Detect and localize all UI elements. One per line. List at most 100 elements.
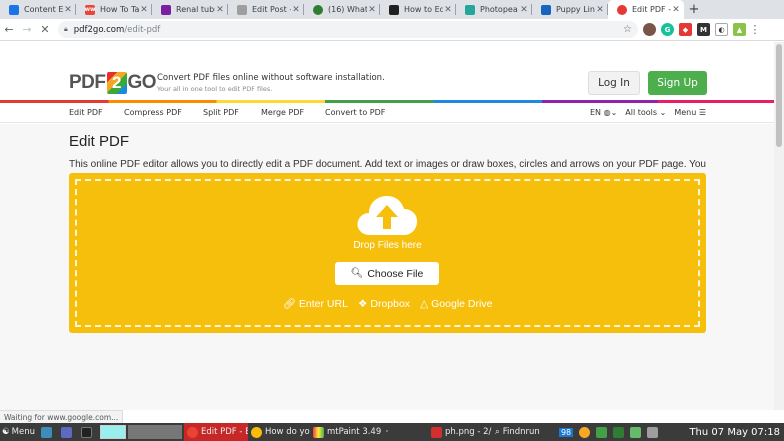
- browser-tab[interactable]: Renal tubu ✕: [152, 0, 228, 19]
- chrome-icon: [250, 426, 262, 438]
- colorpicker-extension-icon[interactable]: ◐: [715, 23, 728, 36]
- tool-nav: Edit PDF Compress PDF Split PDF Merge PD…: [0, 103, 774, 123]
- tab-favicon-icon: [9, 4, 19, 15]
- upload-sources: 🔗︎ Enter URL ❖ Dropbox △ Google Drive: [69, 297, 706, 311]
- tab-favicon-icon: [465, 4, 475, 15]
- nav-merge-pdf[interactable]: Merge PDF: [261, 108, 304, 117]
- browser-tab[interactable]: How to Ed ✕: [380, 0, 456, 19]
- android-extension-icon[interactable]: ▲: [733, 23, 746, 36]
- tab-favicon-icon: [541, 4, 551, 15]
- browser-menu-icon[interactable]: ⋮: [746, 21, 764, 39]
- address-bar[interactable]: 🔒︎ pdf2go.com/edit-pdf ☆: [58, 21, 638, 38]
- mtpaint-icon: [312, 426, 324, 438]
- link-icon: 🔗︎: [282, 298, 296, 310]
- pdf2go-logo[interactable]: PDF 2 GO: [69, 72, 157, 94]
- browser-tab[interactable]: Photopea ✕: [456, 0, 532, 19]
- browser-tab[interactable]: (16) What ✕: [304, 0, 380, 19]
- search-icon: 🔍︎: [350, 268, 364, 279]
- nav-convert-to-pdf[interactable]: Convert to PDF: [325, 108, 385, 117]
- m-extension-icon[interactable]: M: [697, 23, 710, 36]
- forward-icon[interactable]: →: [18, 21, 36, 39]
- browser-tab[interactable]: Edit Post - ✕: [228, 0, 304, 19]
- volume-icon[interactable]: [647, 426, 659, 438]
- google-drive-link[interactable]: △ Google Drive: [420, 297, 492, 310]
- menu-button[interactable]: Menu ☰: [674, 108, 706, 117]
- quicklaunch-browser-icon[interactable]: [58, 423, 78, 441]
- shield-icon[interactable]: [630, 426, 642, 438]
- scrollbar-thumb[interactable]: [776, 44, 782, 147]
- tab-favicon-icon: [617, 4, 627, 15]
- shield-extension-icon[interactable]: ◆: [679, 23, 692, 36]
- site-header: PDF 2 GO Convert PDF files online without …: [0, 42, 774, 100]
- tab-favicon-icon: ww: [84, 4, 96, 15]
- signup-button[interactable]: Sign Up: [648, 71, 707, 95]
- tab-favicon-icon: [161, 4, 171, 15]
- hamburger-icon: ☰: [698, 108, 706, 117]
- wifi-icon[interactable]: [596, 426, 608, 438]
- tab-close-icon[interactable]: ✕: [671, 5, 681, 15]
- cloud-upload-icon: [357, 196, 418, 235]
- chevron-down-icon: ⌄: [659, 108, 667, 117]
- choose-file-button[interactable]: 🔍︎ Choose File: [335, 262, 439, 285]
- tab-close-icon[interactable]: ✕: [291, 5, 301, 15]
- workspace-pager[interactable]: [98, 423, 184, 441]
- puppy-logo-icon: ☯: [2, 427, 10, 437]
- grammarly-extension-icon[interactable]: G: [661, 23, 674, 36]
- tab-close-icon[interactable]: ✕: [443, 5, 453, 15]
- cookie-extension-icon[interactable]: [643, 23, 656, 36]
- lock-icon: 🔒︎: [64, 25, 68, 33]
- quicklaunch-files-icon[interactable]: [38, 423, 58, 441]
- chrome-icon: [186, 426, 198, 438]
- tab-favicon-icon: [237, 4, 247, 15]
- network-icon[interactable]: [579, 426, 591, 438]
- dropbox-link[interactable]: ❖ Dropbox: [358, 297, 410, 310]
- browser-tab[interactable]: Puppy Lin ✕: [532, 0, 608, 19]
- tab-close-icon[interactable]: ✕: [63, 5, 73, 15]
- nav-edit-pdf[interactable]: Edit PDF: [69, 108, 103, 117]
- search-icon: ⌕: [494, 427, 500, 437]
- login-button[interactable]: Log In: [588, 71, 640, 95]
- bookmark-star-icon[interactable]: ☆: [623, 24, 632, 35]
- task-image-viewer[interactable]: ph.png - 2/3: [428, 423, 492, 441]
- tab-close-icon[interactable]: ✕: [595, 5, 605, 15]
- tab-favicon-icon: [389, 4, 399, 15]
- browser-tab[interactable]: Content E ✕: [0, 0, 76, 19]
- tab-favicon-icon: [313, 4, 323, 15]
- dropbox-icon: ❖: [357, 297, 368, 310]
- tab-close-icon[interactable]: ✕: [139, 5, 149, 15]
- task-edit-pdf[interactable]: Edit PDF - Ec: [183, 423, 248, 441]
- nav-split-pdf[interactable]: Split PDF: [203, 108, 239, 117]
- stop-icon[interactable]: ✕: [36, 21, 54, 39]
- back-icon[interactable]: ←: [0, 21, 18, 39]
- task-findnrun[interactable]: ⌕ Findnrun: [492, 423, 552, 441]
- drop-files-label: Drop Files here: [353, 240, 422, 251]
- enter-url-link[interactable]: 🔗︎ Enter URL: [282, 297, 348, 311]
- google-drive-icon: △: [420, 297, 429, 310]
- desktop-taskbar: ☯Menu Edit PDF - Ec How do you mtPaint 3…: [0, 423, 784, 441]
- clock[interactable]: Thu 07 May 07:18: [689, 423, 780, 441]
- globe-icon: ◍⌄: [603, 108, 618, 117]
- new-tab-button[interactable]: +: [684, 0, 704, 19]
- page-title: Edit PDF: [69, 133, 130, 150]
- language-selector[interactable]: EN ◍⌄: [590, 108, 617, 117]
- site-tagline: Convert PDF files online without softwar…: [157, 73, 385, 93]
- page-scrollbar[interactable]: [774, 42, 784, 410]
- start-menu-button[interactable]: ☯ Menu: [0, 423, 38, 441]
- quicklaunch-terminal-icon[interactable]: [78, 423, 98, 441]
- tab-close-icon[interactable]: ✕: [519, 5, 529, 15]
- status-bubble: Waiting for www.google.com...: [0, 410, 124, 423]
- browser-tab-strip: Content E ✕ ww How To Ta ✕ Renal tubu ✕ Edit…: [0, 0, 784, 19]
- file-dropzone[interactable]: Drop Files here 🔍︎ Choose File 🔗︎ Enter U…: [69, 173, 706, 333]
- tab-close-icon[interactable]: ✕: [215, 5, 225, 15]
- battery-indicator[interactable]: 98: [556, 423, 576, 441]
- browser-tab-active[interactable]: Edit PDF - ✕: [608, 0, 684, 19]
- task-how-do-you[interactable]: How do you: [248, 423, 310, 441]
- battery-icon[interactable]: [613, 426, 625, 438]
- tab-close-icon[interactable]: ✕: [367, 5, 377, 15]
- browser-tab[interactable]: ww How To Ta ✕: [76, 0, 152, 19]
- viewer-icon: [430, 426, 442, 438]
- all-tools-dropdown[interactable]: All tools ⌄: [625, 108, 666, 117]
- task-mtpaint[interactable]: mtPaint 3.49~: [310, 423, 388, 441]
- nav-compress-pdf[interactable]: Compress PDF: [124, 108, 182, 117]
- web-page: PDF 2 GO Convert PDF files online without …: [0, 42, 784, 410]
